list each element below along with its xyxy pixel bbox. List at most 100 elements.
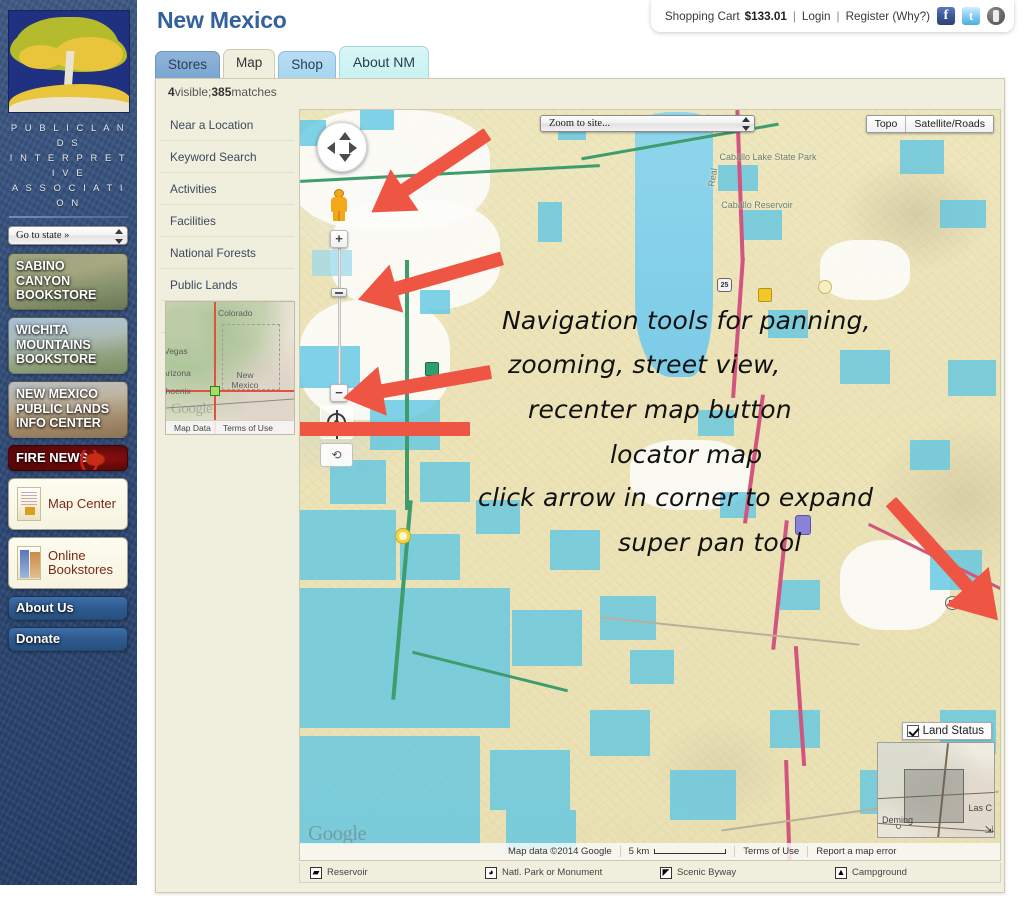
zoom-in-button[interactable]: + <box>330 230 348 248</box>
pegman-body <box>331 197 347 212</box>
zoom-slider[interactable]: + − <box>330 230 348 402</box>
filter-national-forests[interactable]: National Forests <box>161 237 294 269</box>
sidebar-item-wichita-mountains-bookstore[interactable]: WICHITA MOUNTAINS BOOKSTORE <box>8 317 128 374</box>
map-type-topo[interactable]: Topo <box>866 116 906 132</box>
sidebar-item-fire-news[interactable]: FIRE NEWS ( ) <box>8 445 128 471</box>
overview-inset-map[interactable]: Deming Las C ⇲ <box>877 742 995 838</box>
zoom-slider-handle[interactable] <box>331 288 347 297</box>
account-bar: Shopping Cart $133.01 | Login | Register… <box>650 0 1014 32</box>
locator-map-data[interactable]: Map Data <box>174 423 211 433</box>
separator: | <box>792 9 796 23</box>
land-status-checkbox[interactable] <box>906 725 919 737</box>
tab-stores[interactable]: Stores <box>155 51 221 78</box>
land-status-block <box>550 530 600 570</box>
filter-near-a-location[interactable]: Near a Location <box>161 109 294 141</box>
sidebar-item-map-center[interactable]: Map Center <box>8 478 128 530</box>
map-report-error-link[interactable]: Report a map error <box>807 846 904 857</box>
match-count-bar: 4 visible; 385 matches <box>156 79 1004 105</box>
zoom-slider-track[interactable] <box>338 244 341 390</box>
pan-down-icon[interactable] <box>339 154 351 162</box>
sidebar-item-nm-public-lands-info-center[interactable]: NEW MEXICO PUBLIC LANDS INFO CENTER <box>8 381 128 438</box>
land-status-block <box>948 360 996 396</box>
land-status-block <box>910 440 950 470</box>
filter-public-lands[interactable]: Public Lands <box>161 269 294 301</box>
land-status-block <box>670 770 736 820</box>
filter-facilities[interactable]: Facilities <box>161 205 294 237</box>
locator-label-vegas: Vegas <box>165 346 188 356</box>
map-scale-text: 5 km <box>628 846 650 857</box>
map-marker-area[interactable] <box>818 280 832 294</box>
filter-label: Activities <box>170 181 217 196</box>
legend-item-natl-park-or-monument: ◕ Natl. Park or Monument <box>475 866 650 879</box>
land-status-block <box>490 750 570 810</box>
recenter-map-button[interactable] <box>320 406 353 439</box>
filter-label: Public Lands <box>170 277 238 292</box>
tab-map[interactable]: Map <box>223 49 276 78</box>
land-status-block <box>780 580 820 610</box>
logo-tree-canopy-secondary <box>53 37 123 71</box>
pan-control[interactable] <box>317 122 367 172</box>
sidebar-item-online-bookstores[interactable]: Online Bookstores <box>8 537 128 589</box>
sidebar-item-about-us[interactable]: About Us <box>8 596 128 620</box>
expand-arrow-icon[interactable]: ⇲ <box>985 825 993 836</box>
filter-label: Near a Location <box>170 117 254 132</box>
land-status-toggle[interactable]: Land Status <box>901 722 992 740</box>
locator-terms[interactable]: Terms of Use <box>223 423 273 433</box>
zoom-to-site-select[interactable]: Zoom to site... <box>540 115 755 132</box>
main-map[interactable]: Caballo Lake State Park Caballo Reservoi… <box>299 109 1001 861</box>
pan-right-icon[interactable] <box>349 142 357 154</box>
inset-label-las-cruces: Las C <box>968 803 992 813</box>
register-link[interactable]: Register (Why?) <box>846 10 930 23</box>
tab-about-nm[interactable]: About NM <box>338 46 430 78</box>
land-status-block <box>300 588 510 728</box>
recenter-icon <box>324 410 353 439</box>
scale-bar <box>654 849 727 854</box>
locator-footer: Map Data Terms of Use <box>166 420 294 434</box>
tab-label: Map <box>236 55 263 70</box>
sidebar-item-sabino-canyon-bookstore[interactable]: SABINO CANYON BOOKSTORE <box>8 253 128 310</box>
logo-line-3: A S S O C I A T I O N <box>11 182 126 208</box>
map-attribution-bar: Map data ©2014 Google 5 km Terms of Use … <box>300 843 1000 860</box>
twitter-icon[interactable]: t <box>962 7 980 25</box>
map-terms-text: Terms of Use <box>743 846 800 857</box>
login-link[interactable]: Login <box>802 10 831 23</box>
logo-line-2: I N T E R P R E T I V E <box>9 152 128 178</box>
pegman-street-view-icon[interactable] <box>329 189 349 221</box>
map-label-caballo-reservoir: Caballo Reservoir <box>721 200 793 210</box>
cart-label[interactable]: Shopping Cart <box>665 10 740 23</box>
super-pan-tool-button[interactable]: ⟲ <box>320 443 353 467</box>
sidebar-item-donate[interactable]: Donate <box>8 627 128 651</box>
books-thumbnail-icon <box>17 546 41 580</box>
logo-wordmark: P U B L I C L A N D S I N T E R P R E T … <box>7 120 130 210</box>
left-sidebar: P U B L I C L A N D S I N T E R P R E T … <box>0 0 145 885</box>
map-marker-point-of-interest[interactable] <box>395 528 411 544</box>
land-status-block <box>300 510 396 580</box>
pan-left-icon[interactable] <box>327 142 335 154</box>
legend-item-scenic-byway: ◤ Scenic Byway <box>650 866 825 879</box>
filter-activities[interactable]: Activities <box>161 173 294 205</box>
stepper-icon <box>741 117 750 131</box>
pila-logo <box>8 10 130 113</box>
facebook-icon[interactable]: f <box>937 7 955 25</box>
locator-map[interactable]: Colorado Vegas Arizona Phoenix New Mexic… <box>165 301 295 435</box>
mobile-icon[interactable] <box>987 7 1005 25</box>
pan-up-icon[interactable] <box>339 132 351 140</box>
stepper-icon <box>114 229 123 244</box>
map-marker-site[interactable] <box>425 362 439 376</box>
logo-line-1: P U B L I C L A N D S <box>10 122 127 148</box>
map-terms-link[interactable]: Terms of Use <box>734 846 807 857</box>
legend-label: Campground <box>852 867 907 878</box>
tab-shop[interactable]: Shop <box>278 51 336 78</box>
map-marker-warning[interactable] <box>758 288 772 302</box>
filter-keyword-search[interactable]: Keyword Search <box>161 141 294 173</box>
land-status-block <box>512 610 582 666</box>
zoom-out-button[interactable]: − <box>330 384 348 402</box>
route-shield-25: 25 <box>717 278 732 292</box>
land-status-block <box>940 200 986 228</box>
map-marker-selected-site[interactable] <box>795 515 811 535</box>
state-select[interactable]: Go to state » <box>8 226 128 245</box>
land-status-block <box>840 350 890 384</box>
map-type-satellite-roads[interactable]: Satellite/Roads <box>905 116 993 132</box>
legend-item-campground: ▲ Campground <box>825 866 1000 879</box>
match-suffix: matches <box>231 85 277 99</box>
